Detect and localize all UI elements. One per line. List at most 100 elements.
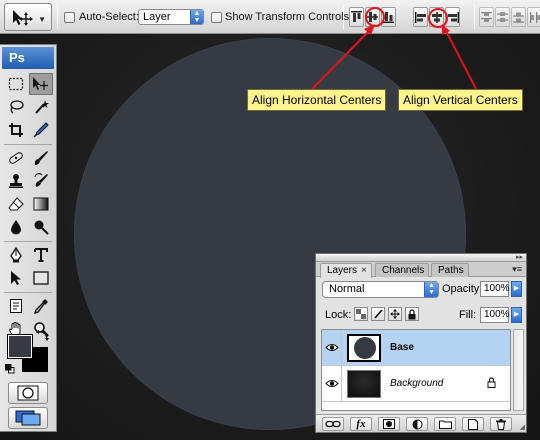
opacity-slider-arrow-icon[interactable]: ▶ (511, 281, 522, 297)
layers-panel: ▸▸ Layers × Channels Paths ▾≡ Normal ▲ ▼ O… (315, 253, 527, 433)
mask-icon (383, 419, 395, 429)
eraser-icon (8, 197, 24, 211)
stamp-icon (9, 174, 23, 188)
rectangle-shape-icon (33, 271, 49, 285)
padlock-icon (408, 308, 416, 319)
layer-name[interactable]: Base (390, 342, 414, 353)
tab-paths-label: Paths (438, 265, 464, 276)
layer-name[interactable]: Background (390, 378, 443, 389)
fill-input[interactable]: 100% (480, 307, 510, 323)
panel-menu-icon[interactable]: ▾≡ (512, 264, 522, 275)
add-mask-button[interactable] (378, 417, 400, 431)
layer-row-base[interactable]: Base (322, 330, 510, 366)
notes-tool[interactable] (4, 295, 28, 317)
type-tool[interactable] (29, 244, 53, 266)
arrow-head-vertical (442, 24, 450, 35)
quick-mask-button[interactable] (8, 382, 48, 404)
lock-position-button[interactable] (388, 307, 402, 321)
screen-mode-button[interactable] (8, 407, 48, 429)
eyedropper-slice-icon (33, 122, 49, 138)
lasso-icon (10, 100, 24, 114)
panel-collapse-icon[interactable]: ▸▸ (516, 253, 523, 261)
toolbox: Ps (0, 44, 57, 432)
brush-tool[interactable] (29, 147, 53, 169)
toolbox-divider (4, 241, 52, 242)
panel-titlebar[interactable]: ▸▸ (316, 254, 526, 262)
fill-slider-arrow-icon[interactable]: ▶ (511, 307, 522, 323)
history-brush-tool[interactable] (29, 170, 53, 192)
crop-icon (9, 123, 23, 137)
thumbnail-circle (354, 337, 376, 359)
gradient-icon (33, 197, 49, 211)
padlock-icon (487, 377, 496, 388)
arrow-line-vertical (445, 30, 477, 90)
marquee-icon (8, 77, 24, 91)
pen-tool[interactable] (4, 244, 28, 266)
dodge-tool[interactable] (29, 216, 53, 238)
adjustment-layer-button[interactable] (406, 417, 428, 431)
default-colors-icon[interactable] (5, 364, 15, 374)
layer-row-background[interactable]: Background (322, 366, 510, 402)
layer-visibility-toggle[interactable] (322, 366, 342, 401)
path-selection-tool[interactable] (4, 267, 28, 289)
clone-stamp-tool[interactable] (4, 170, 28, 192)
fill-label: Fill: (459, 309, 477, 321)
callout-align-horizontal-centers: Align Horizontal Centers (247, 89, 387, 111)
marquee-tool[interactable] (4, 73, 28, 95)
eyedropper-tool[interactable] (29, 295, 53, 317)
dropdown-arrows-icon: ▲ ▼ (424, 282, 438, 297)
resize-grip-icon[interactable]: ◢ (520, 423, 525, 431)
tab-layers[interactable]: Layers × (320, 263, 372, 278)
brush-lock-icon (374, 309, 383, 319)
shape-tool[interactable] (29, 267, 53, 289)
layer-thumbnail (347, 370, 381, 398)
tab-paths[interactable]: Paths (431, 263, 469, 277)
layer-thumbnail (347, 334, 381, 362)
swap-colors-icon[interactable] (36, 330, 50, 342)
ps-logo[interactable]: Ps (2, 47, 54, 69)
gradient-tool[interactable] (29, 193, 53, 215)
layer-style-button[interactable]: fx (350, 417, 372, 431)
slice-tool[interactable] (29, 119, 53, 141)
foreground-color-swatch[interactable] (7, 334, 33, 359)
crop-tool[interactable] (4, 119, 28, 141)
new-group-button[interactable] (434, 417, 456, 431)
new-layer-button[interactable] (462, 417, 484, 431)
new-page-icon (468, 418, 478, 430)
droplet-icon (11, 220, 21, 235)
arrow-pointer-icon (11, 271, 21, 285)
lock-image-pixels-button[interactable] (371, 307, 385, 321)
lasso-tool[interactable] (4, 96, 28, 118)
opacity-input[interactable]: 100% (480, 281, 510, 297)
lock-label: Lock: (325, 309, 352, 321)
dodge-icon (34, 220, 49, 235)
history-brush-icon (34, 173, 48, 187)
magic-wand-icon (35, 100, 49, 114)
note-icon (10, 299, 22, 313)
brush-icon (34, 151, 48, 165)
half-circle-icon (412, 419, 422, 429)
lock-all-button[interactable] (405, 307, 419, 321)
blend-mode-value: Normal (329, 283, 365, 295)
lock-transparent-pixels-button[interactable] (354, 307, 368, 321)
folder-icon (438, 420, 452, 429)
opacity-label: Opacity: (442, 283, 483, 295)
tab-close-icon[interactable]: × (361, 265, 367, 276)
move-tool[interactable] (29, 73, 53, 95)
layer-list-scrollbar[interactable] (513, 329, 524, 411)
type-icon (34, 248, 48, 262)
eraser-tool[interactable] (4, 193, 28, 215)
layer-visibility-toggle[interactable] (322, 330, 342, 365)
toolbox-divider (4, 144, 52, 145)
blur-tool[interactable] (4, 216, 28, 238)
callout-align-vertical-centers: Align Vertical Centers (398, 89, 523, 111)
panel-footer: fx ◢ (316, 414, 526, 432)
blend-mode-dropdown[interactable]: Normal ▲ ▼ (322, 281, 439, 298)
link-layers-button[interactable] (322, 417, 344, 431)
healing-brush-tool[interactable] (4, 147, 28, 169)
tab-channels[interactable]: Channels (375, 263, 430, 277)
eye-icon (324, 380, 339, 387)
delete-layer-button[interactable] (490, 417, 512, 431)
magic-wand-tool[interactable] (29, 96, 53, 118)
toolbox-divider (4, 292, 52, 293)
